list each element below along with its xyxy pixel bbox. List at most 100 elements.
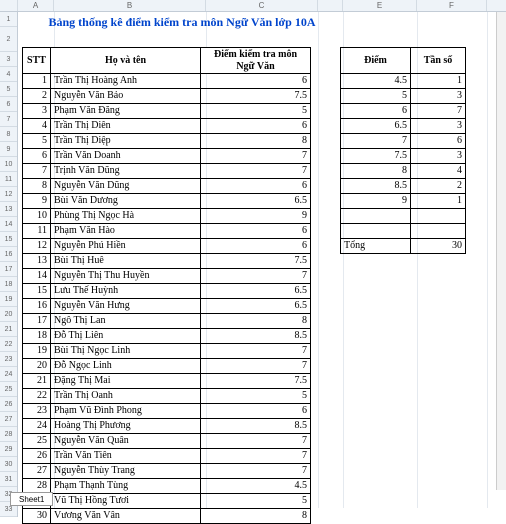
- cell-stt[interactable]: 11: [23, 224, 51, 239]
- cell-name[interactable]: Hoàng Thị Phương: [51, 419, 201, 434]
- cell-stt[interactable]: 30: [23, 509, 51, 524]
- cell-stt[interactable]: 2: [23, 89, 51, 104]
- cell-tanso[interactable]: 1: [411, 194, 466, 209]
- cell-stt[interactable]: 22: [23, 389, 51, 404]
- row-header-19[interactable]: 19: [0, 292, 17, 307]
- cell-name[interactable]: Phạm Văn Đăng: [51, 104, 201, 119]
- cell-score[interactable]: 7: [201, 344, 311, 359]
- freq-row[interactable]: 84: [341, 164, 466, 179]
- cell-score[interactable]: 8.5: [201, 419, 311, 434]
- row-header-9[interactable]: 9: [0, 142, 17, 157]
- cell-score[interactable]: 7: [201, 449, 311, 464]
- cell-score[interactable]: 6: [201, 224, 311, 239]
- row-header-5[interactable]: 5: [0, 82, 17, 97]
- cell-name[interactable]: Đỗ Thị Liên: [51, 329, 201, 344]
- row-header-1[interactable]: 1: [0, 12, 17, 27]
- cell-score[interactable]: 6.5: [201, 299, 311, 314]
- table-row[interactable]: 28Phạm Thạnh Tùng4.5: [23, 479, 311, 494]
- cell-name[interactable]: Nguyễn Phú Hiền: [51, 239, 201, 254]
- table-row[interactable]: 7Trịnh Văn Dũng7: [23, 164, 311, 179]
- table-row[interactable]: 3Phạm Văn Đăng5: [23, 104, 311, 119]
- cell-stt[interactable]: 7: [23, 164, 51, 179]
- cell-name[interactable]: Trần Thị Oanh: [51, 389, 201, 404]
- cell-tanso[interactable]: 2: [411, 179, 466, 194]
- table-row[interactable]: 23Phạm Vũ Đình Phong6: [23, 404, 311, 419]
- row-header-26[interactable]: 26: [0, 397, 17, 412]
- col-header-D[interactable]: [318, 0, 343, 11]
- cell-stt[interactable]: 16: [23, 299, 51, 314]
- cell-stt[interactable]: 19: [23, 344, 51, 359]
- table-row[interactable]: 18Đỗ Thị Liên8.5: [23, 329, 311, 344]
- cell-score[interactable]: 8.5: [201, 329, 311, 344]
- table-row[interactable]: 8Nguyễn Văn Dũng6: [23, 179, 311, 194]
- cell-name[interactable]: Trịnh Văn Dũng: [51, 164, 201, 179]
- table-row[interactable]: 27Nguyễn Thùy Trang7: [23, 464, 311, 479]
- table-row[interactable]: 20Đỗ Ngọc Linh7: [23, 359, 311, 374]
- row-header-25[interactable]: 25: [0, 382, 17, 397]
- row-header-12[interactable]: 12: [0, 187, 17, 202]
- cell-name[interactable]: Ngô Thị Lan: [51, 314, 201, 329]
- table-row[interactable]: 2Nguyễn Văn Bảo7.5: [23, 89, 311, 104]
- table-row[interactable]: 25Nguyễn Văn Quân7: [23, 434, 311, 449]
- cell-score[interactable]: 5: [201, 494, 311, 509]
- row-header-8[interactable]: 8: [0, 127, 17, 142]
- cell-tanso[interactable]: 7: [411, 104, 466, 119]
- row-header-20[interactable]: 20: [0, 307, 17, 322]
- row-header-3[interactable]: 3: [0, 52, 17, 67]
- cell-name[interactable]: Vũ Thị Hồng Tươi: [51, 494, 201, 509]
- cell-stt[interactable]: 25: [23, 434, 51, 449]
- cell-stt[interactable]: 9: [23, 194, 51, 209]
- cell-score[interactable]: 7.5: [201, 374, 311, 389]
- cell-score[interactable]: 6: [201, 404, 311, 419]
- cell-score[interactable]: 6.5: [201, 194, 311, 209]
- freq-row[interactable]: 4.51: [341, 74, 466, 89]
- cell-score[interactable]: 7: [201, 149, 311, 164]
- cell-name[interactable]: Nguyễn Thị Thu Huyền: [51, 269, 201, 284]
- cell-name[interactable]: Nguyễn Thùy Trang: [51, 464, 201, 479]
- cell-name[interactable]: Bùi Thị Ngọc Linh: [51, 344, 201, 359]
- row-header-4[interactable]: 4: [0, 67, 17, 82]
- table-row[interactable]: 14Nguyễn Thị Thu Huyền7: [23, 269, 311, 284]
- cell-score[interactable]: 4.5: [201, 479, 311, 494]
- row-header-13[interactable]: 13: [0, 202, 17, 217]
- cell-stt[interactable]: 5: [23, 134, 51, 149]
- cell-name[interactable]: Phạm Văn Hào: [51, 224, 201, 239]
- cell-diem[interactable]: 8: [341, 164, 411, 179]
- freq-row-empty[interactable]: [341, 224, 466, 239]
- cell-tanso[interactable]: 4: [411, 164, 466, 179]
- cell-stt[interactable]: 3: [23, 104, 51, 119]
- sheet-tab-1[interactable]: Sheet1: [10, 492, 53, 506]
- row-header-15[interactable]: 15: [0, 232, 17, 247]
- table-row[interactable]: 19Bùi Thị Ngọc Linh7: [23, 344, 311, 359]
- corner-cell[interactable]: [0, 0, 18, 11]
- row-header-14[interactable]: 14: [0, 217, 17, 232]
- cell-empty[interactable]: [341, 224, 411, 239]
- col-header-F[interactable]: F: [417, 0, 487, 11]
- cell-score[interactable]: 7: [201, 464, 311, 479]
- cell-empty[interactable]: [411, 224, 466, 239]
- cell-name[interactable]: Trần Thị Diên: [51, 119, 201, 134]
- freq-row-empty[interactable]: [341, 209, 466, 224]
- row-header-31[interactable]: 31: [0, 472, 17, 487]
- cell-name[interactable]: Trần Văn Tiên: [51, 449, 201, 464]
- cell-stt[interactable]: 17: [23, 314, 51, 329]
- cell-diem[interactable]: 5: [341, 89, 411, 104]
- cell-score[interactable]: 6: [201, 179, 311, 194]
- cell-stt[interactable]: 4: [23, 119, 51, 134]
- freq-row[interactable]: 76: [341, 134, 466, 149]
- col-header-B[interactable]: B: [54, 0, 206, 11]
- table-row[interactable]: 11Phạm Văn Hào6: [23, 224, 311, 239]
- cell-name[interactable]: Đặng Thị Mai: [51, 374, 201, 389]
- cell-name[interactable]: Nguyễn Văn Dũng: [51, 179, 201, 194]
- row-header-22[interactable]: 22: [0, 337, 17, 352]
- table-row[interactable]: 26Trần Văn Tiên7: [23, 449, 311, 464]
- cell-diem[interactable]: 6.5: [341, 119, 411, 134]
- cell-score[interactable]: 5: [201, 104, 311, 119]
- cell-name[interactable]: Bùi Thị Huê: [51, 254, 201, 269]
- cell-name[interactable]: Phạm Vũ Đình Phong: [51, 404, 201, 419]
- table-row[interactable]: 5Trần Thị Diệp8: [23, 134, 311, 149]
- cell-diem[interactable]: 8.5: [341, 179, 411, 194]
- row-header-18[interactable]: 18: [0, 277, 17, 292]
- cell-name[interactable]: Bùi Văn Dương: [51, 194, 201, 209]
- cell-stt[interactable]: 13: [23, 254, 51, 269]
